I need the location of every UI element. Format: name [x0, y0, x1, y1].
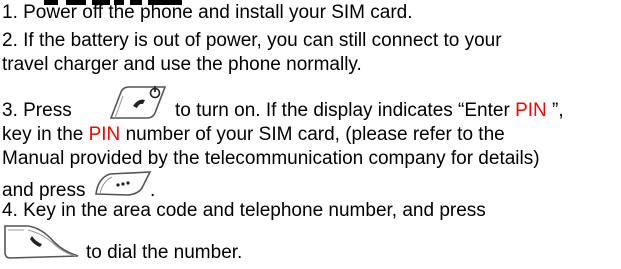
step-1-text: 1. Power off the phone and install your …: [2, 2, 413, 23]
pin-highlight-2: PIN: [88, 124, 121, 145]
menu-key-icon: [95, 171, 152, 196]
step-3-manual-text: Manual provided by the telecommunication…: [2, 148, 540, 169]
send-key-icon: [4, 225, 79, 259]
step-3-line-2: key in the PIN number of your SIM card, …: [2, 124, 505, 146]
step-2-text-1: 2. If the battery is out of power, you c…: [2, 30, 502, 51]
document-page: 1. Power off the phone and install your …: [0, 0, 621, 269]
step-3-line-1: 3. Press: [2, 100, 72, 122]
quote-close: ”,: [546, 100, 564, 121]
step-3-and-press-text: and press: [2, 180, 86, 201]
step-2-line-1: 2. If the battery is out of power, you c…: [2, 30, 502, 52]
step-4-text-1: 4. Key in the area code and telephone nu…: [2, 200, 486, 221]
step-3-line-1-rest: to turn on. If the display indicates “En…: [175, 100, 564, 122]
step-3-press-text: 3. Press: [2, 100, 72, 121]
step-1: 1. Power off the phone and install your …: [2, 2, 413, 24]
step-4-line-1: 4. Key in the area code and telephone nu…: [2, 200, 486, 222]
step-2-line-2: travel charger and use the phone normall…: [2, 54, 362, 76]
step-3-number-text: number of your SIM card, (please refer t…: [125, 124, 505, 145]
step-4-dial-text: to dial the number.: [86, 242, 243, 263]
power-key-icon: [109, 86, 167, 119]
step-3-turn-on-text: to turn on. If the display indicates “En…: [175, 100, 510, 121]
period-text: .: [150, 180, 156, 201]
step-3-keyin-text: key in the: [2, 124, 84, 145]
step-3-line-3: Manual provided by the telecommunication…: [2, 148, 540, 170]
step-4-line-2: to dial the number.: [86, 242, 242, 264]
pin-highlight-1: PIN: [515, 100, 547, 121]
step-3-period: .: [150, 180, 155, 202]
step-2-text-2: travel charger and use the phone normall…: [2, 54, 362, 75]
step-3-line-4: and press: [2, 180, 85, 202]
